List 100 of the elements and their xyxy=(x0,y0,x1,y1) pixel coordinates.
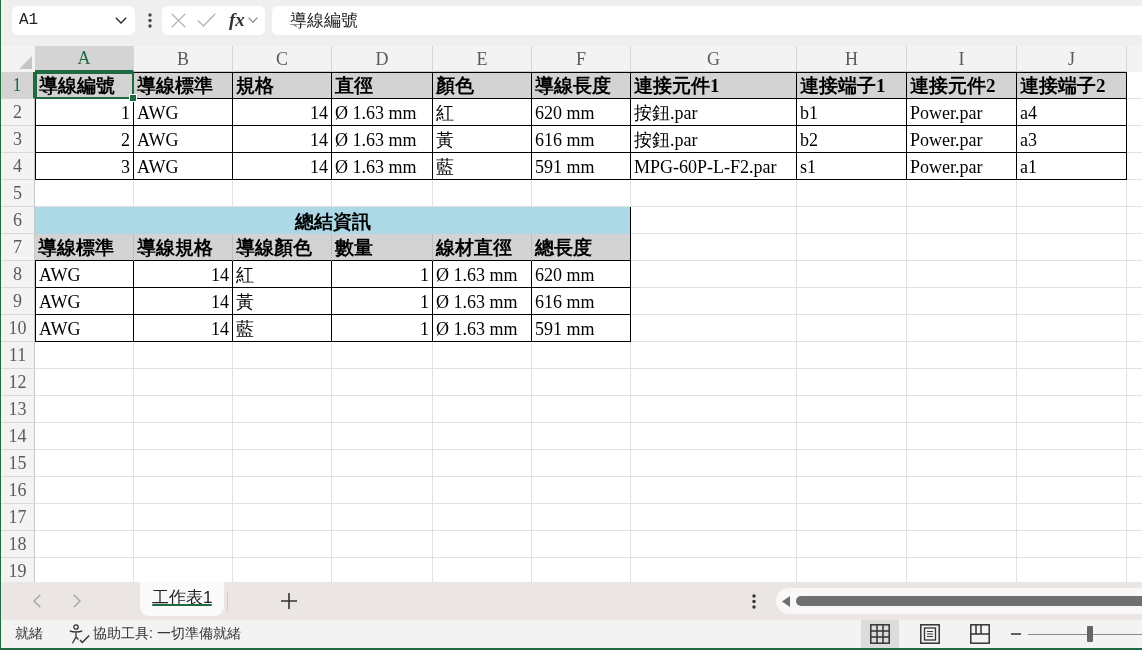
table-cell: 1 xyxy=(332,261,433,288)
table-header-cell: 連接端子1 xyxy=(797,72,907,99)
table-header-cell: 導線顏色 xyxy=(233,234,332,261)
table-header-cell: 規格 xyxy=(233,72,332,99)
table-cell: 616 mm xyxy=(532,288,631,315)
row-header[interactable]: 3 xyxy=(1,126,35,153)
column-header[interactable]: B xyxy=(134,46,233,72)
row-header[interactable]: 8 xyxy=(1,261,35,288)
column-header[interactable]: G xyxy=(631,46,797,72)
row-header[interactable]: 1 xyxy=(1,72,35,99)
page-break-icon xyxy=(970,624,990,644)
table-cell: 2 xyxy=(35,126,134,153)
row-header[interactable]: 4 xyxy=(1,153,35,180)
table-cell: 14 xyxy=(134,288,233,315)
table-cell: 591 mm xyxy=(532,315,631,342)
horizontal-scrollbar[interactable] xyxy=(776,588,1142,614)
row-header[interactable]: 12 xyxy=(1,369,35,396)
table-cell: 1 xyxy=(35,99,134,126)
table-cell: a4 xyxy=(1017,99,1127,126)
table-cell: 14 xyxy=(134,261,233,288)
column-header[interactable]: H xyxy=(797,46,907,72)
table-cell: 黃 xyxy=(233,288,332,315)
column-header[interactable]: E xyxy=(433,46,532,72)
plus-icon[interactable] xyxy=(281,593,298,609)
table-cell: b1 xyxy=(797,99,907,126)
row-header[interactable]: 7 xyxy=(1,234,35,261)
accessibility-button[interactable]: 協助工具: 一切準備就緒 xyxy=(69,624,241,644)
table-cell: Power.par xyxy=(907,126,1017,153)
table-cell: 14 xyxy=(233,126,332,153)
table-cell: a1 xyxy=(1017,153,1127,180)
column-header[interactable]: A xyxy=(35,46,134,72)
table-cell: 620 mm xyxy=(532,99,631,126)
table-cell: 藍 xyxy=(233,315,332,342)
column-header[interactable]: D xyxy=(332,46,433,72)
table-cell: 14 xyxy=(233,99,332,126)
row-header[interactable]: 2 xyxy=(1,99,35,126)
table-cell: 紅 xyxy=(433,99,532,126)
normal-view-button[interactable] xyxy=(861,620,899,648)
table-header-cell: 連接元件2 xyxy=(907,72,1017,99)
row-header[interactable]: 13 xyxy=(1,396,35,423)
name-box[interactable]: A1 xyxy=(12,5,135,35)
status-text: 就緒 xyxy=(15,625,43,643)
row-header[interactable]: 11 xyxy=(1,342,35,369)
table-cell: b2 xyxy=(797,126,907,153)
table-cell: 按鈕.par xyxy=(631,99,797,126)
table-cell: Ø 1.63 mm xyxy=(332,153,433,180)
table-header-cell: 直徑 xyxy=(332,72,433,99)
summary-title: 總結資訊 xyxy=(35,207,631,234)
row-header[interactable]: 17 xyxy=(1,504,35,531)
table-header-cell: 線材直徑 xyxy=(433,234,532,261)
table-cell: AWG xyxy=(134,99,233,126)
slider-thumb[interactable] xyxy=(1086,626,1093,642)
table-cell: Ø 1.63 mm xyxy=(433,288,532,315)
table-header-cell: 導線長度 xyxy=(532,72,631,99)
chevron-down-icon[interactable] xyxy=(115,16,127,24)
table-cell: 14 xyxy=(233,153,332,180)
table-cell: 620 mm xyxy=(532,261,631,288)
caret-icon[interactable] xyxy=(247,17,258,23)
column-header[interactable]: J xyxy=(1017,46,1127,72)
table-cell: 616 mm xyxy=(532,126,631,153)
table-cell: AWG xyxy=(35,261,134,288)
vertical-dots-icon[interactable] xyxy=(148,12,152,28)
triangle-left-icon[interactable] xyxy=(782,595,790,607)
table-cell: 黃 xyxy=(433,126,532,153)
accessibility-icon xyxy=(69,624,90,644)
row-header[interactable]: 18 xyxy=(1,531,35,558)
column-header[interactable]: C xyxy=(233,46,332,72)
table-header-cell: 數量 xyxy=(332,234,433,261)
column-header[interactable]: I xyxy=(907,46,1017,72)
row-header[interactable]: 14 xyxy=(1,423,35,450)
table-cell: AWG xyxy=(134,153,233,180)
sheet-tab[interactable]: 工作表1 xyxy=(140,582,225,616)
table-cell: 3 xyxy=(35,153,134,180)
table-cell: 14 xyxy=(134,315,233,342)
table-cell: s1 xyxy=(797,153,907,180)
row-header[interactable]: 5 xyxy=(1,180,35,207)
table-cell: a3 xyxy=(1017,126,1127,153)
table-cell: 按鈕.par xyxy=(631,126,797,153)
formula-field[interactable]: 導線編號 xyxy=(272,5,1142,35)
fill-handle[interactable] xyxy=(129,94,137,102)
table-cell: AWG xyxy=(134,126,233,153)
row-header[interactable]: 10 xyxy=(1,315,35,342)
table-cell: AWG xyxy=(35,315,134,342)
page-icon xyxy=(920,624,940,644)
grid-icon xyxy=(870,624,890,644)
vertical-dots-icon[interactable] xyxy=(752,593,756,609)
scrollbar-thumb[interactable] xyxy=(796,596,1142,606)
row-header[interactable]: 6 xyxy=(1,207,35,234)
table-cell: Ø 1.63 mm xyxy=(433,315,532,342)
table-cell: 591 mm xyxy=(532,153,631,180)
table-cell: Ø 1.63 mm xyxy=(332,99,433,126)
row-header[interactable]: 15 xyxy=(1,450,35,477)
table-cell: MPG-60P-L-F2.par xyxy=(631,153,797,180)
table-cell: Power.par xyxy=(907,153,1017,180)
table-header-cell: 連接元件1 xyxy=(631,72,797,99)
table-cell: 1 xyxy=(332,315,433,342)
column-header[interactable]: F xyxy=(532,46,631,72)
row-header[interactable]: 9 xyxy=(1,288,35,315)
table-header-cell: 導線標準 xyxy=(35,234,134,261)
row-header[interactable]: 16 xyxy=(1,477,35,504)
